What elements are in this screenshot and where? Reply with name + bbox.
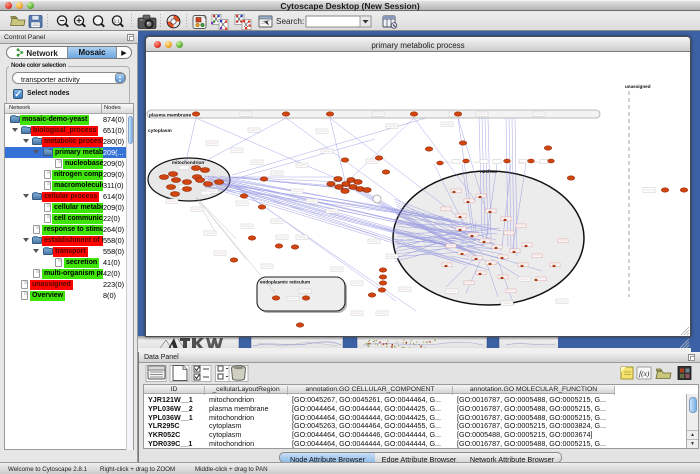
svg-text:nucleus: nucleus: [480, 169, 498, 174]
svg-text:1:1: 1:1: [114, 18, 121, 23]
svg-text:f(x): f(x): [639, 369, 650, 378]
svg-text:plasma membrane: plasma membrane: [149, 113, 191, 119]
svg-text:Search:: Search:: [276, 17, 304, 26]
svg-text:unassigned: unassigned: [625, 84, 651, 89]
svg-text:cytoplasm: cytoplasm: [148, 128, 172, 134]
svg-text:mitochondrion: mitochondrion: [172, 160, 204, 165]
svg-text:endoplasmic reticulum: endoplasmic reticulum: [260, 280, 310, 285]
